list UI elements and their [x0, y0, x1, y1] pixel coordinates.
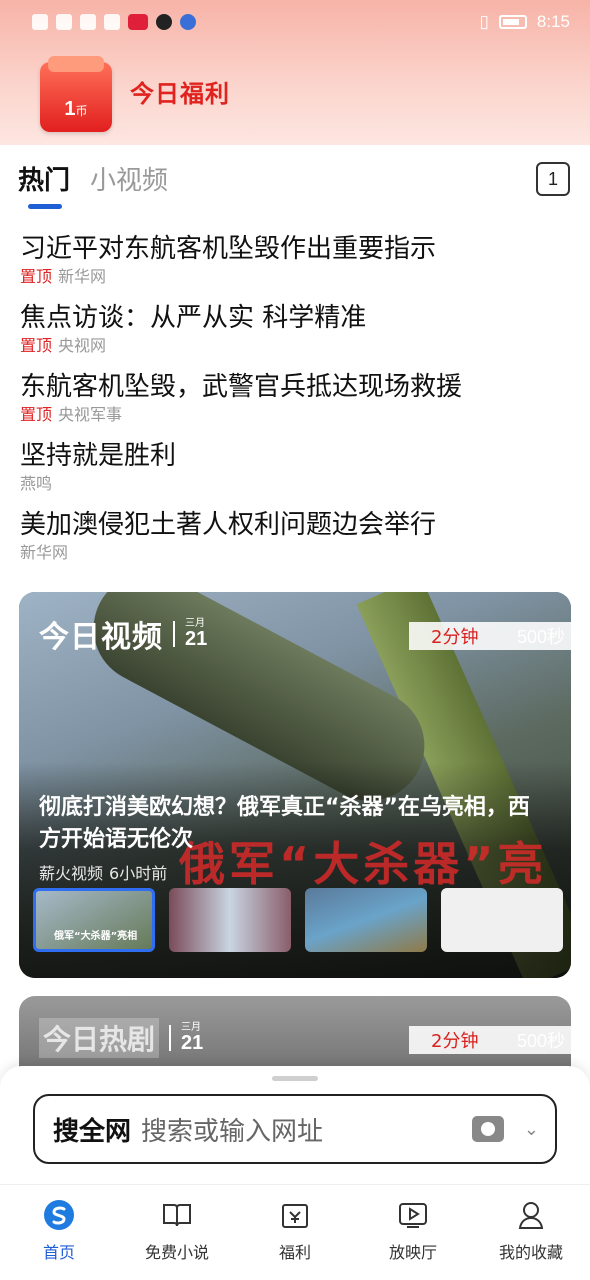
news-source: 央视军事 — [58, 405, 123, 424]
status-bar: ▯ 8:15 — [0, 0, 590, 44]
wifi-icon — [56, 14, 72, 30]
nav-home[interactable]: 首页 — [9, 1199, 109, 1280]
news-source: 央视网 — [58, 336, 107, 355]
news-title: 焦点访谈：从严从实 科学精准 — [20, 303, 367, 333]
chevron-down-icon[interactable]: ⌄ — [524, 1119, 539, 1140]
video-duration-badge: 2分钟 500秒 — [409, 622, 571, 650]
alert-icon — [32, 14, 48, 30]
tab-indicator — [28, 204, 62, 209]
nav-cinema[interactable]: 放映厅 — [363, 1199, 463, 1280]
search-scope-label: 搜全网 — [53, 1116, 132, 1147]
drama-section-logo: 今日热剧 三月 21 — [39, 1018, 203, 1058]
video-time: 6小时前 — [109, 864, 168, 883]
vibrate-icon: ▯ — [479, 12, 489, 31]
drama-logo-text: 今日热剧 — [39, 1018, 160, 1058]
bottom-nav: 首页 免费小说 福利 放映厅 我的收藏 — [0, 1184, 590, 1280]
book-icon — [161, 1199, 193, 1231]
news-title: 坚持就是胜利 — [20, 441, 177, 471]
coupon-icon — [279, 1199, 311, 1231]
feed-tabs: 热门 小视频 — [18, 160, 168, 209]
nav-label: 福利 — [278, 1243, 311, 1262]
coin-amount: 1 — [64, 98, 76, 120]
video-thumb[interactable]: 俄军“大杀器”亮相 — [33, 888, 155, 952]
news-item[interactable]: 坚持就是胜利 燕鸣 — [20, 439, 570, 508]
duration-value: 500秒 — [516, 627, 565, 647]
news-source: 燕鸣 — [20, 474, 53, 493]
search-placeholder: 搜索或输入网址 — [141, 1116, 324, 1147]
app-dark-icon — [156, 14, 172, 30]
video-title: 彻底打消美欧幻想？俄军真正“杀器”在乌亮相，西方开始语无伦次 — [39, 795, 530, 852]
news-meta: 新华网 — [20, 542, 570, 564]
home-icon — [43, 1199, 75, 1231]
bulb-icon — [180, 14, 196, 30]
coin-label: 1币 — [40, 98, 112, 121]
pinned-badge: 置顶 — [20, 267, 53, 286]
system-status: ▯ 8:15 — [480, 12, 570, 32]
news-list: 习近平对东航客机坠毁作出重要指示 置顶 新华网 焦点访谈：从严从实 科学精准 置… — [20, 232, 570, 577]
search-panel: 搜全网 搜索或输入网址 ⌄ — [0, 1066, 590, 1184]
news-title: 习近平对东航客机坠毁作出重要指示 — [20, 234, 437, 264]
news-meta: 置顶 央视军事 — [20, 404, 570, 426]
notification-icons — [32, 14, 196, 30]
video-section-logo: 今日视频 三月 21 — [39, 612, 207, 656]
app-badge-icon — [128, 14, 148, 30]
video-thumb[interactable] — [169, 888, 291, 952]
news-item[interactable]: 美加澳侵犯土著人权利问题边会举行 新华网 — [20, 508, 570, 577]
news-item[interactable]: 焦点访谈：从严从实 科学精准 置顶 央视网 — [20, 301, 570, 370]
duration-label: 2分钟 — [431, 1031, 479, 1052]
drama-duration-badge: 2分钟 500秒 — [409, 1026, 571, 1054]
duration-value: 500秒 — [516, 1031, 565, 1051]
battery-icon — [498, 15, 527, 29]
news-source: 新华网 — [20, 543, 69, 562]
video-source: 薪火视频 — [39, 864, 104, 883]
nav-welfare[interactable]: 福利 — [245, 1199, 345, 1280]
video-thumb[interactable] — [305, 888, 427, 952]
nav-label: 我的收藏 — [498, 1243, 563, 1262]
play-icon — [397, 1199, 429, 1231]
news-meta: 置顶 央视网 — [20, 335, 570, 357]
video-day: 21 — [185, 628, 208, 650]
video-date: 三月 21 — [185, 619, 208, 650]
nav-label: 放映厅 — [388, 1243, 437, 1262]
app-icon — [104, 14, 120, 30]
thumb-caption: 俄军“大杀器”亮相 — [54, 931, 138, 942]
video-logo-text: 今日视频 — [39, 620, 163, 655]
duration-label: 2分钟 — [431, 627, 479, 648]
pinned-badge: 置顶 — [20, 405, 53, 424]
tab-count-button[interactable]: 1 — [536, 162, 570, 196]
nav-free-novels[interactable]: 免费小说 — [127, 1199, 227, 1280]
video-thumbnail-strip: 俄军“大杀器”亮相 — [33, 888, 563, 952]
drama-day: 21 — [181, 1032, 204, 1054]
drag-handle[interactable] — [272, 1076, 318, 1081]
clock: 8:15 — [536, 12, 570, 31]
news-title: 东航客机坠毁，武警官兵抵达现场救援 — [20, 372, 463, 402]
nav-favorites[interactable]: 我的收藏 — [481, 1199, 581, 1280]
news-meta: 置顶 新华网 — [20, 266, 570, 288]
tab-short-video[interactable]: 小视频 — [90, 160, 168, 197]
news-meta: 燕鸣 — [20, 473, 570, 495]
camera-icon[interactable] — [471, 1116, 504, 1142]
logo-divider — [173, 621, 175, 647]
news-title: 美加澳侵犯土著人权利问题边会举行 — [20, 510, 437, 540]
coin-box-icon: 1币 — [40, 56, 112, 132]
video-thumb[interactable] — [441, 888, 563, 952]
news-source: 新华网 — [58, 267, 107, 286]
coin-unit: 币 — [75, 104, 88, 118]
daily-welfare-banner[interactable]: 1币 今日福利 — [40, 56, 230, 132]
drama-date: 三月 21 — [181, 1023, 204, 1054]
search-input[interactable]: 搜全网 搜索或输入网址 ⌄ — [33, 1094, 557, 1164]
nav-label: 首页 — [42, 1243, 75, 1262]
nav-label: 免费小说 — [144, 1243, 209, 1262]
person-icon — [515, 1199, 547, 1231]
news-item[interactable]: 习近平对东航客机坠毁作出重要指示 置顶 新华网 — [20, 232, 570, 301]
welfare-title: 今日福利 — [130, 79, 230, 108]
news-item[interactable]: 东航客机坠毁，武警官兵抵达现场救援 置顶 央视军事 — [20, 370, 570, 439]
video-icon — [80, 14, 96, 30]
video-meta: 薪火视频 6小时前 — [39, 860, 167, 884]
video-card[interactable]: 俄军“大杀器”亮相 今日视频 三月 21 2分钟 500秒 彻底打消美欧幻想？俄… — [19, 592, 571, 978]
tab-hot[interactable]: 热门 — [18, 160, 70, 197]
pinned-badge: 置顶 — [20, 336, 53, 355]
logo-divider — [169, 1025, 172, 1051]
